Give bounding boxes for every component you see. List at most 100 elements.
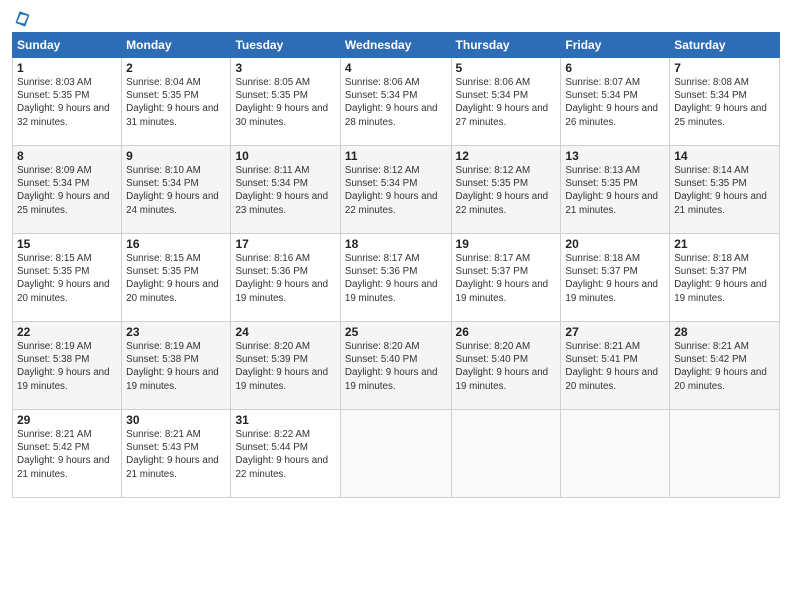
sunrise-time: 8:07 AM (604, 77, 640, 88)
calendar-cell: 21 Sunrise: 8:18 AM Sunset: 5:37 PM Dayl… (670, 234, 780, 322)
sunrise-label: Sunrise: (235, 429, 274, 440)
sunrise-label: Sunrise: (235, 253, 274, 264)
sunrise-time: 8:21 AM (713, 341, 749, 352)
sunset-time: 5:34 PM (381, 90, 418, 101)
day-number: 12 (456, 149, 557, 163)
daylight-label: Daylight: 9 hours and 22 minutes. (456, 191, 549, 215)
day-number: 3 (235, 61, 335, 75)
daylight-label: Daylight: 9 hours and 30 minutes. (235, 103, 328, 127)
sunrise-label: Sunrise: (565, 165, 604, 176)
calendar-week-4: 22 Sunrise: 8:19 AM Sunset: 5:38 PM Dayl… (13, 322, 780, 410)
daylight-label: Daylight: 9 hours and 19 minutes. (565, 279, 658, 303)
day-header-saturday: Saturday (670, 33, 780, 58)
calendar-cell (561, 410, 670, 498)
sunset-time: 5:39 PM (271, 354, 308, 365)
sunrise-label: Sunrise: (235, 77, 274, 88)
sunset-label: Sunset: (235, 90, 271, 101)
sunset-time: 5:44 PM (271, 442, 308, 453)
sunrise-time: 8:14 AM (713, 165, 749, 176)
day-info: Sunrise: 8:20 AM Sunset: 5:40 PM Dayligh… (456, 340, 557, 393)
sunrise-time: 8:22 AM (274, 429, 310, 440)
day-header-wednesday: Wednesday (340, 33, 451, 58)
calendar-cell: 8 Sunrise: 8:09 AM Sunset: 5:34 PM Dayli… (13, 146, 122, 234)
day-number: 15 (17, 237, 117, 251)
sunset-label: Sunset: (674, 178, 710, 189)
sunset-label: Sunset: (565, 266, 601, 277)
sunset-time: 5:42 PM (53, 442, 90, 453)
day-info: Sunrise: 8:15 AM Sunset: 5:35 PM Dayligh… (17, 252, 117, 305)
daylight-label: Daylight: 9 hours and 19 minutes. (674, 279, 767, 303)
calendar-cell: 29 Sunrise: 8:21 AM Sunset: 5:42 PM Dayl… (13, 410, 122, 498)
day-number: 24 (235, 325, 335, 339)
calendar-cell (451, 410, 561, 498)
daylight-label: Daylight: 9 hours and 19 minutes. (235, 367, 328, 391)
day-number: 9 (126, 149, 226, 163)
daylight-label: Daylight: 9 hours and 28 minutes. (345, 103, 438, 127)
sunset-label: Sunset: (17, 90, 53, 101)
daylight-label: Daylight: 9 hours and 20 minutes. (126, 279, 219, 303)
sunrise-label: Sunrise: (565, 77, 604, 88)
sunset-time: 5:34 PM (162, 178, 199, 189)
sunset-label: Sunset: (235, 354, 271, 365)
day-info: Sunrise: 8:07 AM Sunset: 5:34 PM Dayligh… (565, 76, 665, 129)
daylight-label: Daylight: 9 hours and 20 minutes. (565, 367, 658, 391)
calendar-cell: 28 Sunrise: 8:21 AM Sunset: 5:42 PM Dayl… (670, 322, 780, 410)
day-info: Sunrise: 8:04 AM Sunset: 5:35 PM Dayligh… (126, 76, 226, 129)
day-info: Sunrise: 8:22 AM Sunset: 5:44 PM Dayligh… (235, 428, 335, 481)
calendar-cell: 16 Sunrise: 8:15 AM Sunset: 5:35 PM Dayl… (122, 234, 231, 322)
calendar-week-5: 29 Sunrise: 8:21 AM Sunset: 5:42 PM Dayl… (13, 410, 780, 498)
sunset-time: 5:35 PM (710, 178, 747, 189)
header (12, 10, 780, 24)
sunrise-time: 8:09 AM (56, 165, 92, 176)
sunset-label: Sunset: (674, 266, 710, 277)
sunrise-time: 8:19 AM (165, 341, 201, 352)
sunset-time: 5:37 PM (492, 266, 529, 277)
sunrise-time: 8:18 AM (713, 253, 749, 264)
daylight-label: Daylight: 9 hours and 19 minutes. (126, 367, 219, 391)
sunset-time: 5:35 PM (601, 178, 638, 189)
calendar-cell: 11 Sunrise: 8:12 AM Sunset: 5:34 PM Dayl… (340, 146, 451, 234)
calendar-cell: 12 Sunrise: 8:12 AM Sunset: 5:35 PM Dayl… (451, 146, 561, 234)
calendar-cell: 30 Sunrise: 8:21 AM Sunset: 5:43 PM Dayl… (122, 410, 231, 498)
daylight-label: Daylight: 9 hours and 25 minutes. (674, 103, 767, 127)
sunrise-time: 8:20 AM (494, 341, 530, 352)
sunset-label: Sunset: (17, 442, 53, 453)
sunrise-time: 8:19 AM (56, 341, 92, 352)
logo-icon (14, 8, 34, 28)
sunrise-time: 8:05 AM (274, 77, 310, 88)
daylight-label: Daylight: 9 hours and 21 minutes. (126, 455, 219, 479)
sunset-time: 5:37 PM (601, 266, 638, 277)
sunset-label: Sunset: (456, 354, 492, 365)
sunrise-label: Sunrise: (126, 341, 165, 352)
day-number: 23 (126, 325, 226, 339)
day-number: 2 (126, 61, 226, 75)
sunrise-label: Sunrise: (565, 253, 604, 264)
page-container: SundayMondayTuesdayWednesdayThursdayFrid… (0, 0, 792, 506)
sunset-label: Sunset: (235, 266, 271, 277)
daylight-label: Daylight: 9 hours and 19 minutes. (345, 279, 438, 303)
daylight-label: Daylight: 9 hours and 21 minutes. (17, 455, 110, 479)
daylight-label: Daylight: 9 hours and 23 minutes. (235, 191, 328, 215)
sunset-time: 5:34 PM (492, 90, 529, 101)
sunrise-time: 8:21 AM (604, 341, 640, 352)
calendar-cell: 18 Sunrise: 8:17 AM Sunset: 5:36 PM Dayl… (340, 234, 451, 322)
sunrise-time: 8:18 AM (604, 253, 640, 264)
sunrise-time: 8:20 AM (384, 341, 420, 352)
day-info: Sunrise: 8:21 AM Sunset: 5:43 PM Dayligh… (126, 428, 226, 481)
sunrise-time: 8:15 AM (165, 253, 201, 264)
sunset-time: 5:35 PM (53, 90, 90, 101)
sunset-time: 5:35 PM (162, 90, 199, 101)
day-info: Sunrise: 8:20 AM Sunset: 5:39 PM Dayligh… (235, 340, 335, 393)
calendar-cell: 2 Sunrise: 8:04 AM Sunset: 5:35 PM Dayli… (122, 58, 231, 146)
sunrise-label: Sunrise: (565, 341, 604, 352)
calendar-cell: 15 Sunrise: 8:15 AM Sunset: 5:35 PM Dayl… (13, 234, 122, 322)
day-number: 21 (674, 237, 775, 251)
calendar-cell: 19 Sunrise: 8:17 AM Sunset: 5:37 PM Dayl… (451, 234, 561, 322)
sunset-label: Sunset: (565, 90, 601, 101)
sunset-time: 5:34 PM (271, 178, 308, 189)
daylight-label: Daylight: 9 hours and 21 minutes. (565, 191, 658, 215)
calendar-cell: 3 Sunrise: 8:05 AM Sunset: 5:35 PM Dayli… (231, 58, 340, 146)
sunset-time: 5:37 PM (710, 266, 747, 277)
day-info: Sunrise: 8:14 AM Sunset: 5:35 PM Dayligh… (674, 164, 775, 217)
sunrise-label: Sunrise: (17, 341, 56, 352)
